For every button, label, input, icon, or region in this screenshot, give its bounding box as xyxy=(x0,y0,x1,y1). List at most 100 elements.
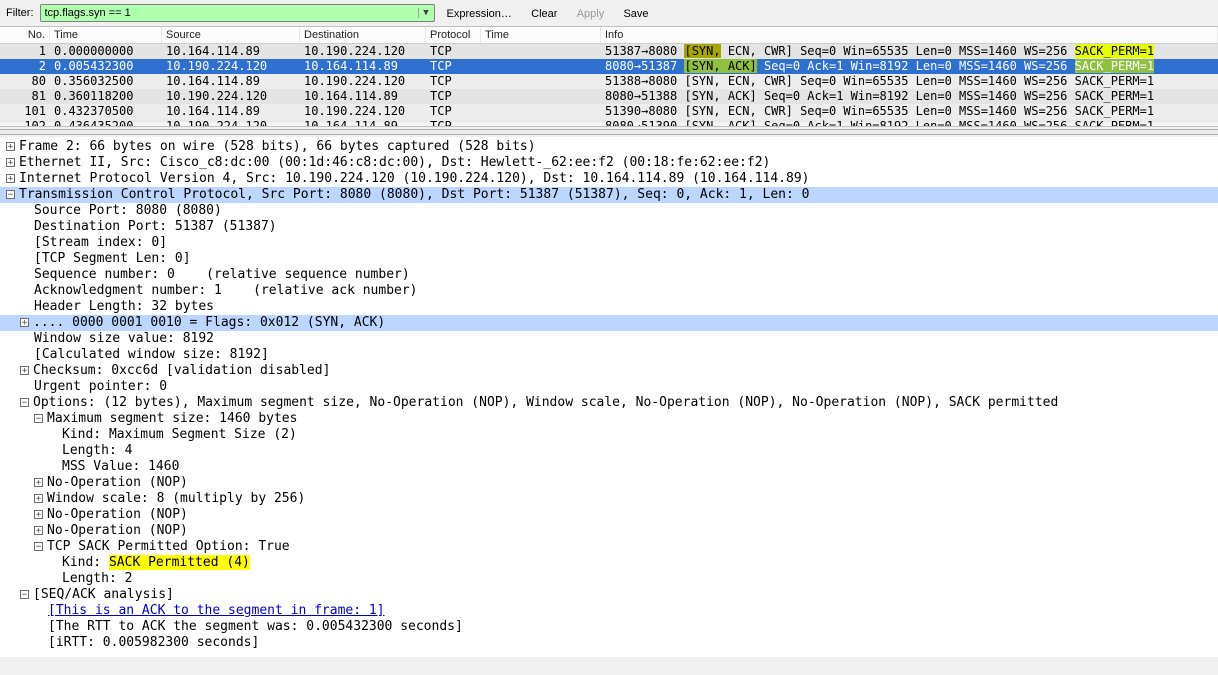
opt-nop3[interactable]: +No-Operation (NOP) xyxy=(0,523,1218,539)
expand-icon[interactable]: + xyxy=(20,318,29,327)
filter-dropdown-icon[interactable]: ▼ xyxy=(418,8,434,18)
seqack-rtt[interactable]: [The RTT to ACK the segment was: 0.00543… xyxy=(0,619,1218,635)
cell-no: 101 xyxy=(0,104,50,119)
tcp-options[interactable]: −Options: (12 bytes), Maximum segment si… xyxy=(0,395,1218,411)
expand-icon[interactable]: + xyxy=(6,174,15,183)
cell-info: 8080→51390 [SYN, ACK] Seq=0 Ack=1 Win=81… xyxy=(601,119,1218,126)
collapse-icon[interactable]: − xyxy=(20,590,29,599)
cell-no: 81 xyxy=(0,89,50,104)
col-src[interactable]: Source xyxy=(162,27,300,43)
filter-save-button[interactable]: Save xyxy=(617,8,654,20)
cell-src: 10.190.224.120 xyxy=(162,119,300,126)
seqack-irtt[interactable]: [iRTT: 0.005982300 seconds] xyxy=(0,635,1218,651)
tcp-flag-badge: [SYN, xyxy=(684,89,720,103)
filter-apply-button[interactable]: Apply xyxy=(571,8,611,20)
packet-details: +Frame 2: 66 bytes on wire (528 bits), 6… xyxy=(0,137,1218,657)
sack-perm-badge: SACK_PERM=1 xyxy=(1075,89,1154,103)
opt-sack-len[interactable]: Length: 2 xyxy=(0,571,1218,587)
expand-icon[interactable]: + xyxy=(34,526,43,535)
splitter[interactable] xyxy=(0,129,1218,135)
tcp-urgent[interactable]: Urgent pointer: 0 xyxy=(0,379,1218,395)
opt-mss-kind[interactable]: Kind: Maximum Segment Size (2) xyxy=(0,427,1218,443)
table-row-cut[interactable]: 102 0.436435200 10.190.224.120 10.164.11… xyxy=(0,119,1218,126)
filter-input[interactable] xyxy=(41,5,418,21)
cell-no: 1 xyxy=(0,44,50,59)
opt-mss-val[interactable]: MSS Value: 1460 xyxy=(0,459,1218,475)
expand-icon[interactable]: + xyxy=(34,494,43,503)
cell-dst: 10.164.114.89 xyxy=(300,119,426,126)
col-proto[interactable]: Protocol xyxy=(426,27,481,43)
detail-eth[interactable]: +Ethernet II, Src: Cisco_c8:dc:00 (00:1d… xyxy=(0,155,1218,171)
detail-frame[interactable]: +Frame 2: 66 bytes on wire (528 bits), 6… xyxy=(0,139,1218,155)
opt-nop1[interactable]: +No-Operation (NOP) xyxy=(0,475,1218,491)
opt-ws[interactable]: +Window scale: 8 (multiply by 256) xyxy=(0,491,1218,507)
cell-src: 10.164.114.89 xyxy=(162,74,300,89)
tcp-checksum[interactable]: +Checksum: 0xcc6d [validation disabled] xyxy=(0,363,1218,379)
col-info[interactable]: Info xyxy=(601,27,1218,43)
tcp-stream[interactable]: [Stream index: 0] xyxy=(0,235,1218,251)
detail-tcp[interactable]: −Transmission Control Protocol, Src Port… xyxy=(0,187,1218,203)
cell-proto: TCP xyxy=(426,74,481,89)
packet-list-header[interactable]: No. Time Source Destination Protocol Tim… xyxy=(0,27,1218,44)
table-row[interactable]: 800.35603250010.164.114.8910.190.224.120… xyxy=(0,74,1218,89)
cell-info: 51390→8080 [SYN, ECN, CWR] Seq=0 Win=655… xyxy=(601,104,1218,119)
tcp-winsize[interactable]: Window size value: 8192 xyxy=(0,331,1218,347)
tcp-seglen[interactable]: [TCP Segment Len: 0] xyxy=(0,251,1218,267)
cell-src: 10.190.224.120 xyxy=(162,89,300,104)
opt-nop2[interactable]: +No-Operation (NOP) xyxy=(0,507,1218,523)
col-dst[interactable]: Destination xyxy=(300,27,426,43)
tcp-dstport[interactable]: Destination Port: 51387 (51387) xyxy=(0,219,1218,235)
filter-expression-button[interactable]: Expression… xyxy=(441,8,518,20)
opt-sack[interactable]: −TCP SACK Permitted Option: True xyxy=(0,539,1218,555)
cell-no: 102 xyxy=(0,119,50,126)
col-time2[interactable]: Time xyxy=(481,27,601,43)
cell-time2 xyxy=(481,119,601,126)
sack-perm-badge: SACK_PERM=1 xyxy=(1075,44,1154,58)
tcp-calcwin[interactable]: [Calculated window size: 8192] xyxy=(0,347,1218,363)
expand-icon[interactable]: + xyxy=(6,158,15,167)
detail-ip[interactable]: +Internet Protocol Version 4, Src: 10.19… xyxy=(0,171,1218,187)
expand-icon[interactable]: + xyxy=(34,478,43,487)
opt-sack-kind[interactable]: Kind: SACK Permitted (4) xyxy=(0,555,1218,571)
cell-no: 2 xyxy=(0,59,50,74)
expand-icon[interactable]: + xyxy=(6,142,15,151)
collapse-icon[interactable]: − xyxy=(34,414,43,423)
collapse-icon[interactable]: − xyxy=(34,542,43,551)
expand-icon[interactable]: + xyxy=(34,510,43,519)
col-time[interactable]: Time xyxy=(50,27,162,43)
tcp-flag-badge: [SYN, xyxy=(684,74,720,88)
collapse-icon[interactable]: − xyxy=(20,398,29,407)
cell-proto: TCP xyxy=(426,59,481,74)
cell-time2 xyxy=(481,74,601,89)
table-row[interactable]: 1010.43237050010.164.114.8910.190.224.12… xyxy=(0,104,1218,119)
filter-actions: Expression… Clear Apply Save xyxy=(441,6,655,20)
filter-clear-button[interactable]: Clear xyxy=(525,8,563,20)
filter-input-wrap[interactable]: ▼ xyxy=(40,4,435,22)
tcp-srcport[interactable]: Source Port: 8080 (8080) xyxy=(0,203,1218,219)
cell-proto: TCP xyxy=(426,44,481,59)
table-row[interactable]: 10.00000000010.164.114.8910.190.224.120T… xyxy=(0,44,1218,59)
table-row[interactable]: 810.36011820010.190.224.12010.164.114.89… xyxy=(0,89,1218,104)
cell-dst: 10.190.224.120 xyxy=(300,104,426,119)
cell-time: 0.005432300 xyxy=(50,59,162,74)
opt-mss-len[interactable]: Length: 4 xyxy=(0,443,1218,459)
table-row[interactable]: 20.00543230010.190.224.12010.164.114.89T… xyxy=(0,59,1218,74)
cell-info: 8080→51388 [SYN, ACK] Seq=0 Ack=1 Win=81… xyxy=(601,89,1218,104)
opt-mss[interactable]: −Maximum segment size: 1460 bytes xyxy=(0,411,1218,427)
filter-label: Filter: xyxy=(6,7,34,19)
tcp-hdrlen[interactable]: Header Length: 32 bytes xyxy=(0,299,1218,315)
cell-proto: TCP xyxy=(426,104,481,119)
sack-perm-badge: SACK_PERM=1 xyxy=(1075,59,1154,73)
expand-icon[interactable]: + xyxy=(20,366,29,375)
col-no[interactable]: No. xyxy=(0,27,50,43)
seqack[interactable]: −[SEQ/ACK analysis] xyxy=(0,587,1218,603)
seqack-link[interactable]: [This is an ACK to the segment in frame:… xyxy=(0,603,1218,619)
cell-time2 xyxy=(481,59,601,74)
tcp-seqnum[interactable]: Sequence number: 0 (relative sequence nu… xyxy=(0,267,1218,283)
highlight-sack: SACK Permitted (4) xyxy=(109,555,250,570)
tcp-flags[interactable]: +.... 0000 0001 0010 = Flags: 0x012 (SYN… xyxy=(0,315,1218,331)
collapse-icon[interactable]: − xyxy=(6,190,15,199)
cell-src: 10.190.224.120 xyxy=(162,59,300,74)
cell-time: 0.432370500 xyxy=(50,104,162,119)
tcp-acknum[interactable]: Acknowledgment number: 1 (relative ack n… xyxy=(0,283,1218,299)
